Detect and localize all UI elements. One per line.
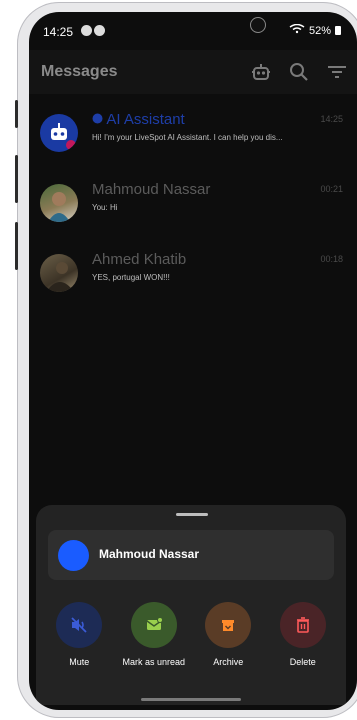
phone-side-button [15,100,18,128]
app-header: Messages [29,50,357,94]
app-screen: 14:25 52% Messages AI Assistant Hi! I'm … [29,12,357,710]
chat-preview: Hi! I'm your LiveSpot AI Assistant. I ca… [92,133,283,142]
gesture-bar [29,698,357,710]
archive-icon [205,602,252,648]
battery-percent: 52% [308,24,331,37]
chat-actions-sheet: Mahmoud Nassar Mute Mark as unread Archi… [36,505,346,705]
avatar [40,184,78,222]
action-row: Mute Mark as unread Archive Delete [36,602,346,667]
notification-icon [94,25,105,36]
mute-icon [56,602,103,648]
mute-button[interactable]: Mute [43,602,115,667]
chat-time: 00:21 [320,184,343,194]
chat-item-mahmoud-nassar[interactable]: Mahmoud Nassar You: Hi 00:21 [29,168,357,238]
verified-icon [92,113,103,124]
sheet-drag-handle[interactable] [176,513,208,516]
search-icon[interactable] [287,60,311,84]
phone-side-button [15,155,18,203]
filter-icon[interactable] [325,60,349,84]
avatar [40,254,78,292]
chat-name: Mahmoud Nassar [92,181,211,198]
notification-icons [81,25,105,36]
camera-cutout [250,17,266,33]
chat-item-ahmed-khatib[interactable]: Ahmed Khatib YES, portugal WON!!! 00:18 [29,238,357,308]
archive-button[interactable]: Archive [192,602,264,667]
mark-as-unread-button[interactable]: Mark as unread [118,602,190,667]
status-bar: 14:25 52% [29,12,357,46]
mail-icon [130,602,177,648]
status-indicators: 52% [289,23,341,37]
trash-icon [279,602,326,648]
status-time: 14:25 [43,25,74,39]
phone-side-button [15,222,18,270]
contact-name: Mahmoud Nassar [99,547,200,561]
action-label: Mute [69,657,90,667]
chat-name: AI Assistant [92,111,185,128]
avatar [58,540,89,571]
chat-name: Ahmed Khatib [92,251,187,268]
action-label: Archive [213,657,244,667]
battery-icon [335,26,341,35]
robot-icon[interactable] [249,60,273,84]
chat-time: 14:25 [320,114,343,124]
ai-avatar [40,114,78,152]
action-label: Delete [289,657,316,667]
chat-item-ai-assistant[interactable]: AI Assistant Hi! I'm your LiveSpot AI As… [29,98,357,168]
action-label: Mark as unread [122,657,186,667]
wifi-signal-icon [289,23,305,37]
sheet-contact-header: Mahmoud Nassar [48,530,334,580]
chat-preview: You: Hi [92,203,118,212]
delete-button[interactable]: Delete [267,602,339,667]
notification-icon [81,25,92,36]
chat-preview: YES, portugal WON!!! [92,273,170,282]
page-title: Messages [41,63,118,80]
chat-time: 00:18 [320,254,343,264]
home-indicator[interactable] [141,698,241,701]
